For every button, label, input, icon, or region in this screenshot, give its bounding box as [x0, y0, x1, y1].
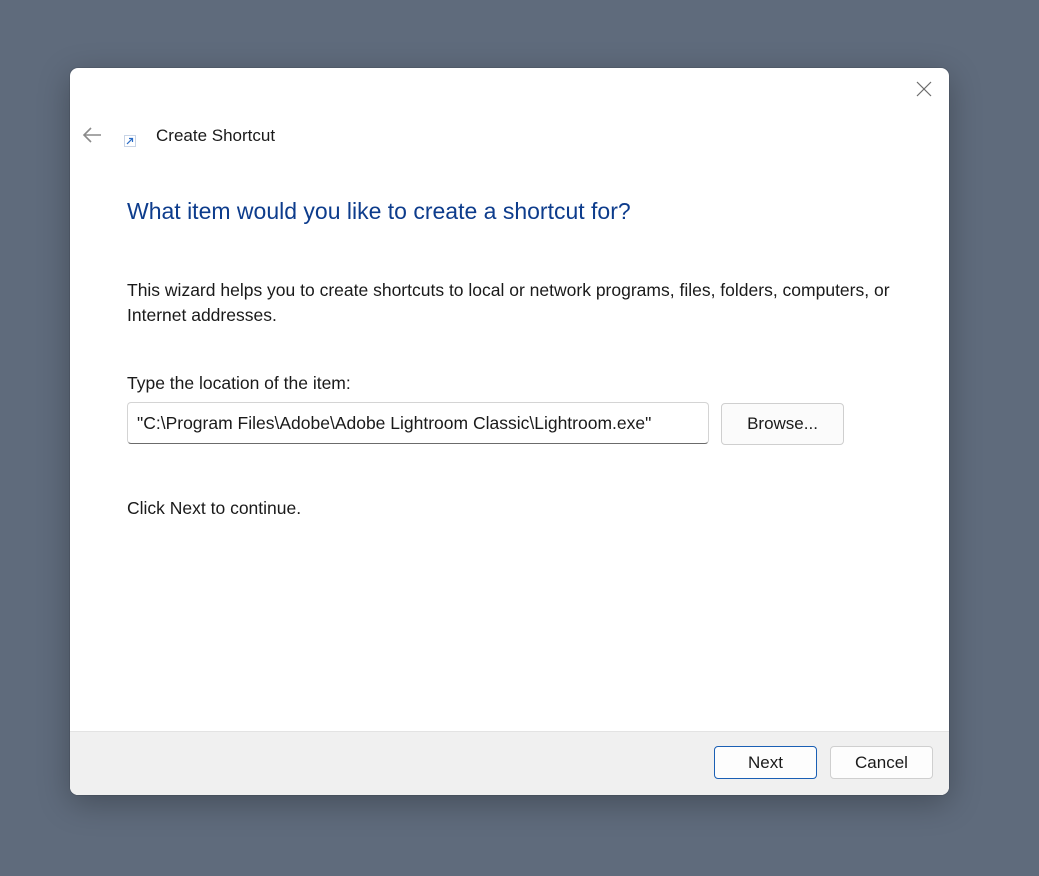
wizard-description: This wizard helps you to create shortcut…: [127, 280, 890, 325]
next-button[interactable]: Next: [714, 746, 817, 779]
dialog-title: Create Shortcut: [156, 126, 276, 145]
browse-button[interactable]: Browse...: [721, 403, 844, 445]
close-icon: [916, 81, 932, 97]
wizard-heading: What item would you like to create a sho…: [127, 198, 631, 224]
dialog-footer: Next Cancel: [70, 731, 949, 795]
back-arrow-icon: [82, 127, 101, 143]
back-button[interactable]: [80, 123, 104, 147]
shortcut-icon: [124, 135, 136, 147]
location-input[interactable]: [127, 402, 709, 444]
location-label: Type the location of the item:: [127, 373, 351, 393]
create-shortcut-dialog: Create Shortcut What item would you like…: [70, 68, 949, 795]
close-button[interactable]: [913, 78, 935, 100]
cancel-button[interactable]: Cancel: [830, 746, 933, 779]
continue-instruction: Click Next to continue.: [127, 498, 302, 518]
